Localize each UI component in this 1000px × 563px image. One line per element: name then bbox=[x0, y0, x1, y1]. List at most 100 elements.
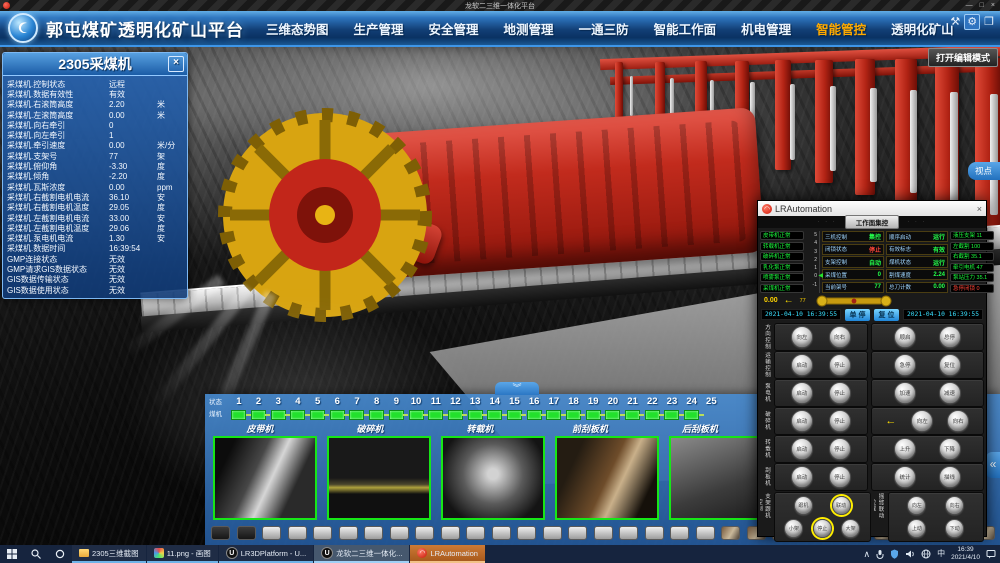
顺启-button[interactable]: 顺启 bbox=[894, 326, 916, 348]
向左-button[interactable]: 向左 bbox=[791, 326, 813, 348]
mini-thumbnail[interactable] bbox=[288, 526, 307, 540]
taskbar-task[interactable]: ◠LRAutomation bbox=[410, 545, 485, 563]
chevron-down-icon[interactable]: ︾ bbox=[495, 382, 539, 395]
button-group-right: ←向左向右 bbox=[871, 407, 984, 435]
mini-thumbnail[interactable] bbox=[696, 526, 715, 540]
mini-thumbnail[interactable] bbox=[364, 526, 383, 540]
speaker-icon[interactable] bbox=[905, 549, 915, 559]
停止-button[interactable]: 停止 bbox=[829, 382, 851, 404]
大架-button[interactable]: 大架 bbox=[841, 519, 860, 538]
gear-icon[interactable]: ⚙ bbox=[964, 14, 980, 30]
taskbar-task[interactable]: 2305三维截图 bbox=[72, 545, 146, 563]
mini-thumbnail[interactable] bbox=[645, 526, 664, 540]
usb-icon[interactable] bbox=[876, 549, 884, 559]
mini-thumbnail[interactable] bbox=[415, 526, 434, 540]
restore-icon[interactable]: ❐ bbox=[984, 15, 994, 29]
向左-button[interactable]: 向左 bbox=[907, 496, 926, 515]
nav-item-智能管控[interactable]: 智能管控 bbox=[816, 19, 866, 38]
mini-thumbnail[interactable] bbox=[568, 526, 587, 540]
camera-feed[interactable] bbox=[555, 436, 659, 520]
ime-indicator[interactable]: 中 bbox=[937, 550, 945, 558]
nav-item-地测管理[interactable]: 地测管理 bbox=[504, 19, 554, 38]
总停-button[interactable]: 总停 bbox=[939, 326, 961, 348]
mini-thumbnail[interactable] bbox=[262, 526, 281, 540]
close-icon[interactable]: × bbox=[991, 2, 995, 9]
联动-button[interactable]: 联动 bbox=[832, 496, 851, 515]
启动-button[interactable]: 启动 bbox=[791, 410, 813, 432]
停止-button[interactable]: 停止 bbox=[813, 519, 832, 538]
tray-expand-icon[interactable]: ∧ bbox=[863, 550, 870, 559]
停止-button[interactable]: 停止 bbox=[829, 410, 851, 432]
mini-thumbnail[interactable] bbox=[390, 526, 409, 540]
mini-thumbnail[interactable] bbox=[594, 526, 613, 540]
启动-button[interactable]: 启动 bbox=[791, 382, 813, 404]
reset-button[interactable]: 复 位 bbox=[874, 309, 899, 321]
mini-thumbnail[interactable] bbox=[211, 526, 230, 540]
network-globe-icon[interactable] bbox=[921, 549, 931, 559]
急停-button[interactable]: 急停 bbox=[894, 354, 916, 376]
taskbar-task[interactable]: ULR3DPlatform - U... bbox=[219, 545, 313, 563]
camera-feed[interactable] bbox=[213, 436, 317, 520]
close-icon[interactable]: × bbox=[977, 204, 982, 214]
close-icon[interactable]: × bbox=[168, 56, 184, 72]
camera-feed[interactable] bbox=[327, 436, 431, 520]
start-button[interactable] bbox=[0, 545, 24, 563]
小架-button[interactable]: 小架 bbox=[784, 519, 803, 538]
defender-shield-icon[interactable] bbox=[890, 549, 899, 559]
mini-thumbnail[interactable] bbox=[339, 526, 358, 540]
minimize-icon[interactable]: — bbox=[966, 2, 973, 9]
nav-item-安全管理[interactable]: 安全管理 bbox=[429, 19, 479, 38]
统计-button[interactable]: 统计 bbox=[894, 466, 916, 488]
nav-item-机电管理[interactable]: 机电管理 bbox=[741, 19, 791, 38]
viewpoint-tab[interactable]: 视点 bbox=[968, 162, 1000, 180]
向左-button[interactable]: 向左 bbox=[911, 410, 933, 432]
nav-item-智能工作面[interactable]: 智能工作面 bbox=[654, 19, 717, 38]
描线-button[interactable]: 描线 bbox=[939, 466, 961, 488]
mini-thumbnail[interactable] bbox=[466, 526, 485, 540]
nav-item-生产管理[interactable]: 生产管理 bbox=[354, 19, 404, 38]
tab-workface-control[interactable]: 工作面集控 bbox=[845, 215, 900, 229]
search-icon[interactable] bbox=[24, 545, 48, 563]
maximize-icon[interactable]: □ bbox=[980, 2, 984, 9]
mini-thumbnail[interactable] bbox=[237, 526, 256, 540]
taskbar-task[interactable]: U龙软二三维一体化... bbox=[314, 545, 409, 563]
复位-button[interactable]: 复位 bbox=[939, 354, 961, 376]
启动-button[interactable]: 启动 bbox=[791, 466, 813, 488]
mini-thumbnail[interactable] bbox=[517, 526, 536, 540]
row-value: 2.20 bbox=[109, 100, 157, 109]
向右-button[interactable]: 向右 bbox=[829, 326, 851, 348]
向右-button[interactable]: 向右 bbox=[947, 410, 969, 432]
nav-item-一通三防[interactable]: 一通三防 bbox=[579, 19, 629, 38]
notification-center-icon[interactable] bbox=[986, 549, 996, 559]
启动-button[interactable]: 启动 bbox=[791, 354, 813, 376]
cortana-icon[interactable] bbox=[48, 545, 72, 563]
启动-button[interactable]: 启动 bbox=[791, 438, 813, 460]
mini-thumbnail[interactable] bbox=[313, 526, 332, 540]
加速-button[interactable]: 加速 bbox=[894, 382, 916, 404]
open-edit-mode-button[interactable]: 打开编辑模式 bbox=[928, 48, 998, 67]
停止-button[interactable]: 停止 bbox=[829, 466, 851, 488]
mini-thumbnail[interactable] bbox=[492, 526, 511, 540]
上升-button[interactable]: 上升 bbox=[894, 438, 916, 460]
mini-thumbnail[interactable] bbox=[543, 526, 562, 540]
mini-thumbnail[interactable] bbox=[721, 526, 740, 540]
下降-button[interactable]: 下降 bbox=[939, 438, 961, 460]
mini-thumbnail[interactable] bbox=[441, 526, 460, 540]
停止-button[interactable]: 停止 bbox=[829, 438, 851, 460]
collapse-handle-icon[interactable]: « bbox=[986, 452, 1000, 478]
上动-button[interactable]: 上动 bbox=[907, 519, 926, 538]
camera-feed[interactable] bbox=[441, 436, 545, 520]
nav-item-透明化矿山[interactable]: 透明化矿山 bbox=[891, 19, 954, 38]
nav-item-三维态势图[interactable]: 三维态势图 bbox=[266, 19, 329, 38]
taskbar-task[interactable]: 11.png - 画图 bbox=[147, 545, 218, 563]
跟机-button[interactable]: 跟机 bbox=[794, 496, 813, 515]
clock[interactable]: 16:39 2021/4/10 bbox=[951, 546, 980, 562]
wrench-icon[interactable]: ⚒ bbox=[950, 15, 960, 29]
mini-thumbnail[interactable] bbox=[619, 526, 638, 540]
下动-button[interactable]: 下动 bbox=[945, 519, 964, 538]
减速-button[interactable]: 减速 bbox=[939, 382, 961, 404]
mini-thumbnail[interactable] bbox=[670, 526, 689, 540]
向右-button[interactable]: 向右 bbox=[945, 496, 964, 515]
停止-button[interactable]: 停止 bbox=[829, 354, 851, 376]
single-stop-button[interactable]: 单 停 bbox=[845, 309, 870, 321]
